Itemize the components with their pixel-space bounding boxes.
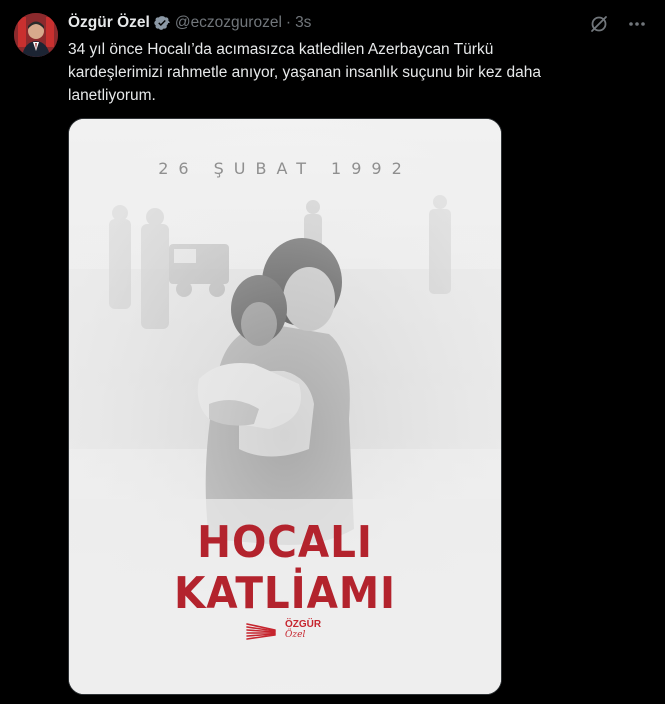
separator: · <box>285 14 292 31</box>
handle[interactable]: @eczozgurozel <box>175 14 282 32</box>
tweet-media-poster[interactable]: 26 ŞUBAT 1992 HOCALI KATLİAMI ÖZGÜR Özel <box>68 118 502 695</box>
grok-icon <box>591 16 607 32</box>
brand-name: ÖZGÜR <box>285 619 322 630</box>
tweet-text-line: lanetliyorum. <box>68 87 156 104</box>
brand-signature: Özel <box>285 630 306 640</box>
tweet: Özgür Özel @eczozgurozel · 3s 34 yıl önc… <box>0 0 665 704</box>
more-options-button[interactable] <box>625 12 649 36</box>
poster-brand: ÖZGÜR Özel <box>285 619 321 640</box>
grok-button[interactable] <box>587 12 611 36</box>
timestamp[interactable]: 3s <box>295 14 311 32</box>
tweet-top-actions <box>587 12 649 36</box>
verified-badge-icon <box>154 16 170 30</box>
poster-date: 26 ŞUBAT 1992 <box>158 159 412 178</box>
tweet-text-line: kardeşlerimizi rahmetle anıyor, yaşanan … <box>68 64 541 81</box>
poster-logo: ÖZGÜR Özel <box>245 619 321 640</box>
display-name[interactable]: Özgür Özel <box>68 14 150 32</box>
more-options-icon <box>629 22 645 26</box>
tweet-header: Özgür Özel @eczozgurozel · 3s <box>68 13 311 33</box>
tweet-text: 34 yıl önce Hocalı’da acımasızca katledi… <box>68 38 608 107</box>
avatar-image <box>14 13 58 57</box>
poster-title: HOCALI KATLİAMI <box>173 517 397 619</box>
chp-six-arrows-icon <box>246 622 276 640</box>
tweet-text-line: 34 yıl önce Hocalı’da acımasızca katledi… <box>68 41 494 58</box>
avatar[interactable] <box>14 13 58 57</box>
